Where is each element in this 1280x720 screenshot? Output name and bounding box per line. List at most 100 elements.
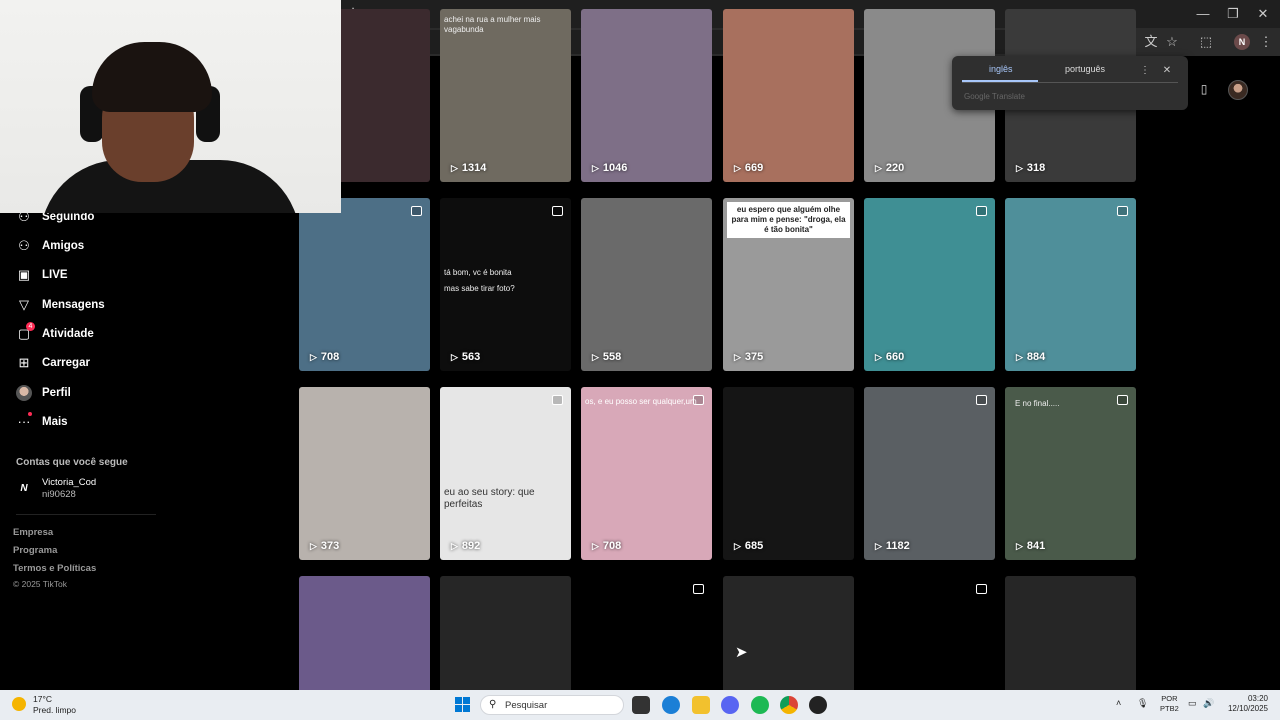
view-count: ▷ 708 — [310, 351, 339, 363]
obs-icon[interactable] — [809, 696, 827, 714]
account-handle: ni90628 — [42, 489, 76, 500]
target-language-tab[interactable]: português — [1065, 64, 1105, 74]
extensions-icon[interactable]: ⬚ — [1196, 32, 1216, 52]
restore-button[interactable]: ❐ — [1218, 4, 1248, 24]
view-count: ▷ 892 — [451, 540, 480, 552]
view-count-value: 660 — [885, 351, 905, 363]
video-card[interactable]: ▷ 708 — [299, 198, 430, 371]
view-count-value: 892 — [461, 540, 481, 552]
clock[interactable]: 03:20 12/10/2025 — [1226, 694, 1268, 714]
weather-temp: 17°C — [33, 694, 52, 704]
discord-icon[interactable] — [721, 696, 739, 714]
browser-menu-icon[interactable]: ⋮ — [1256, 32, 1276, 52]
photo-post-icon — [552, 206, 563, 216]
video-card[interactable]: ▷ 685 — [723, 387, 854, 560]
sidebar-item-carregar[interactable]: ⊞ Carregar — [16, 352, 90, 374]
play-icon: ▷ — [875, 162, 882, 173]
input-language[interactable]: POR PTB2 — [1160, 694, 1179, 714]
view-count: ▷ 685 — [734, 540, 763, 552]
bookmark-star-icon[interactable]: ☆ — [1162, 32, 1182, 52]
play-icon: ▷ — [875, 540, 882, 551]
windows-taskbar: 17°C Pred. limpo ⚲ Pesquisar ˄ 🎙 POR PTB… — [0, 690, 1280, 720]
get-app-icon[interactable]: ▯ — [1196, 82, 1212, 98]
active-tab-indicator — [962, 80, 1038, 82]
video-card[interactable]: ▷ 1182 — [864, 387, 995, 560]
video-card[interactable]: ▷ 660 — [864, 198, 995, 371]
view-count-value: 1182 — [885, 540, 910, 552]
translate-icon[interactable]: 文 — [1141, 32, 1161, 52]
spotify-icon[interactable] — [751, 696, 769, 714]
volume-icon[interactable]: 🔊 — [1203, 698, 1214, 709]
user-avatar[interactable] — [1228, 80, 1248, 100]
account-logo: N — [20, 483, 28, 494]
view-count: ▷ 669 — [734, 162, 763, 174]
video-caption: E no final..... — [1015, 399, 1060, 408]
video-caption: tá bom, vc é bonita — [444, 268, 512, 277]
video-card[interactable]: os, e eu posso ser qualquer,um ▷ 708 — [581, 387, 712, 560]
sidebar-item-mensagens[interactable]: ▽ Mensagens — [16, 294, 105, 316]
play-icon: ▷ — [734, 162, 741, 173]
network-icon[interactable]: ▭ — [1188, 698, 1197, 709]
video-card[interactable]: ▷ 558 — [581, 198, 712, 371]
video-card[interactable]: tá bom, vc é bonita mas sabe tirar foto? ▷… — [440, 198, 571, 371]
file-explorer-icon[interactable] — [692, 696, 710, 714]
upload-icon: ⊞ — [18, 355, 30, 370]
footer-link-programa[interactable]: Programa — [13, 545, 57, 556]
video-card[interactable]: achei na rua a mulher mais vagabunda ▷ 131… — [440, 9, 571, 182]
chrome-icon[interactable] — [780, 696, 798, 714]
video-card[interactable]: ▷ 884 — [1005, 198, 1136, 371]
edge-icon[interactable] — [662, 696, 680, 714]
sidebar-item-atividade[interactable]: ▢ 4 Atividade — [16, 322, 94, 345]
translate-divider — [962, 82, 1178, 83]
start-icon[interactable] — [455, 697, 470, 712]
weather-icon[interactable] — [12, 697, 26, 711]
footer-link-empresa[interactable]: Empresa — [13, 527, 53, 538]
close-window-button[interactable]: ✕ — [1248, 4, 1278, 24]
view-count-value: 220 — [885, 162, 905, 174]
video-card[interactable]: eu espero que alguém olhe para mim e pen… — [723, 198, 854, 371]
video-caption: eu espero que alguém olhe para mim e pen… — [727, 202, 850, 238]
browser-profile-avatar[interactable]: N — [1234, 34, 1250, 50]
translate-close-icon[interactable]: ✕ — [1160, 64, 1174, 78]
language-code: POR — [1161, 694, 1178, 703]
translate-more-icon[interactable]: ⋮ — [1138, 64, 1152, 78]
view-count: ▷ 1314 — [451, 162, 486, 174]
taskbar-search[interactable]: ⚲ Pesquisar — [480, 695, 624, 715]
video-card[interactable]: eu ao seu story: que perfeitas ▷ 892 — [440, 387, 571, 560]
play-icon: ▷ — [451, 162, 458, 173]
video-card[interactable]: ▷ 669 — [723, 9, 854, 182]
video-card[interactable]: ▷ 373 — [299, 387, 430, 560]
view-count-value: 685 — [744, 540, 764, 552]
microphone-icon[interactable]: 🎙 — [1137, 698, 1148, 709]
sidebar-item-mais[interactable]: ··· Mais — [16, 411, 68, 433]
source-language-tab[interactable]: inglês — [989, 64, 1013, 74]
search-placeholder: Pesquisar — [505, 700, 548, 711]
video-card[interactable]: ▷ 1046 — [581, 9, 712, 182]
view-count-value: 1046 — [602, 162, 628, 174]
play-icon: ▷ — [875, 351, 882, 362]
photo-post-icon — [411, 206, 422, 216]
footer-link-termos[interactable]: Termos e Políticas — [13, 563, 96, 574]
sidebar-item-live[interactable]: ▣ LIVE — [16, 264, 68, 286]
following-account[interactable]: N Victoria_Cod ni90628 — [16, 477, 96, 501]
video-card[interactable]: E no final..... ▷ 841 — [1005, 387, 1136, 560]
webcam-hair-shape — [92, 42, 212, 112]
task-view-icon[interactable] — [632, 696, 650, 714]
view-count-value: 884 — [1026, 351, 1046, 363]
sidebar-item-label: Mais — [42, 416, 68, 428]
weather-widget[interactable]: 17°C Pred. limpo — [33, 694, 76, 716]
messages-icon: ▽ — [19, 297, 29, 312]
play-icon: ▷ — [451, 540, 458, 551]
sidebar-item-amigos[interactable]: ⚇ Amigos — [16, 235, 84, 257]
sidebar-item-perfil[interactable]: Perfil — [16, 382, 71, 404]
sidebar-divider — [16, 514, 156, 515]
play-icon: ▷ — [592, 162, 599, 173]
photo-post-icon — [552, 395, 563, 405]
minimize-button[interactable]: — — [1188, 4, 1218, 24]
screen: + — ❐ ✕ ⧉ 文 ☆ ⬚ N ⋮ ▯ ⚇ Seguindo ⚇ Amigo… — [0, 0, 1280, 720]
tray-chevron-icon[interactable]: ˄ — [1116, 698, 1121, 708]
clock-date: 12/10/2025 — [1227, 704, 1268, 713]
video-caption: eu ao seu story: que perfeitas — [444, 487, 535, 510]
view-count-value: 841 — [1026, 540, 1046, 552]
play-icon: ▷ — [451, 351, 458, 362]
